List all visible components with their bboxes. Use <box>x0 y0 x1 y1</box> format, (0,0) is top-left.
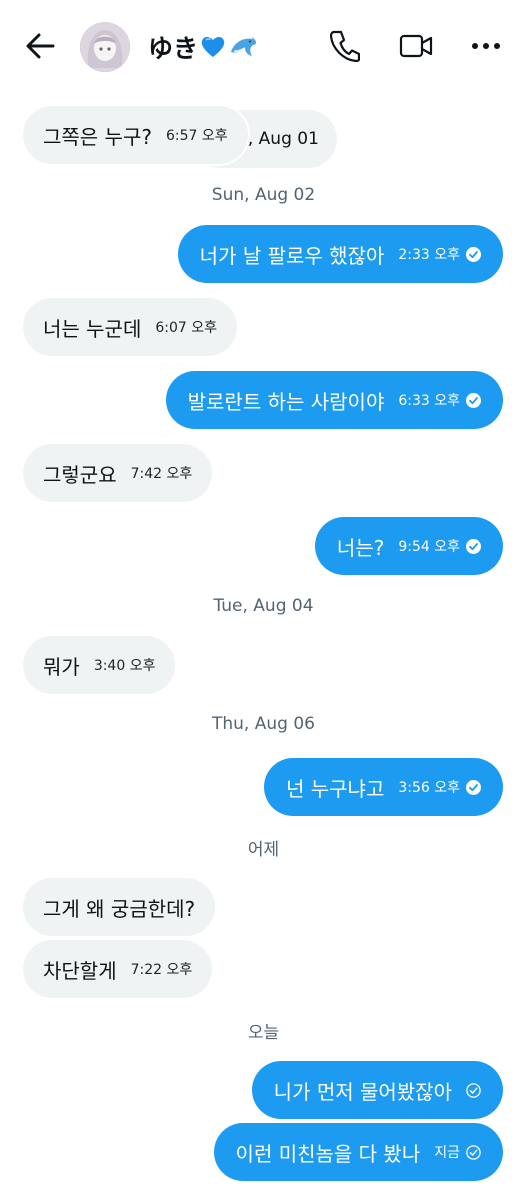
message-bubble-incoming[interactable]: 뭐가 3:40 오후 <box>23 636 176 694</box>
message-text: 이런 미친놈을 다 봤나 <box>235 1141 421 1166</box>
read-check-icon <box>466 246 481 262</box>
message-bubble-incoming[interactable]: 너는 누군데 6:07 오후 <box>23 298 238 356</box>
read-check-icon <box>466 392 481 408</box>
message-time: 2:33 오후 <box>398 247 460 263</box>
message-text: 너는? <box>336 535 385 560</box>
message-time: 3:40 오후 <box>93 658 156 674</box>
message-time: 지금 <box>434 1145 460 1161</box>
message-list[interactable]: Sat, Aug 01 그쪽은 누구? 6:57 오후 Sun, Aug 02 … <box>0 92 527 1200</box>
back-button[interactable] <box>20 28 60 64</box>
sent-check-icon <box>466 1082 481 1098</box>
contact-name[interactable]: ゆき <box>148 29 258 65</box>
message-text: 그렇군요 <box>43 462 117 487</box>
message-text: 차단할게 <box>43 958 117 983</box>
sent-check-icon <box>466 1144 481 1160</box>
chat-header: ゆき <box>0 0 527 92</box>
read-check-icon <box>466 538 481 554</box>
date-separator: Sun, Aug 02 <box>211 185 316 205</box>
message-time: 7:42 오후 <box>130 466 193 482</box>
message-text: 그게 왜 궁금한데? <box>43 896 196 921</box>
blue-heart-icon <box>201 37 225 57</box>
message-bubble-outgoing[interactable]: 발로란트 하는 사람이야 6:33 오후 <box>165 371 503 429</box>
message-text: 너가 날 팔로우 했잖아 <box>199 243 385 268</box>
arrow-left-icon <box>26 33 55 59</box>
message-bubble-incoming[interactable]: 그렇군요 7:42 오후 <box>23 444 213 502</box>
message-time: 6:33 오후 <box>398 393 460 409</box>
video-camera-icon <box>399 34 433 58</box>
message-bubble-outgoing[interactable]: 너는? 9:54 오후 <box>314 517 503 575</box>
message-time: 6:07 오후 <box>155 320 218 336</box>
message-bubble-incoming[interactable]: 그쪽은 누구? 6:57 오후 <box>23 106 248 164</box>
avatar[interactable] <box>80 22 130 72</box>
date-separator: Thu, Aug 06 <box>212 714 315 734</box>
read-check-icon <box>466 779 481 795</box>
dolphin-icon <box>231 36 257 56</box>
date-separator: 어제 <box>247 840 280 860</box>
message-text: 그쪽은 누구? <box>43 124 152 149</box>
call-button[interactable] <box>325 26 365 66</box>
message-bubble-incoming[interactable]: 차단할게 7:22 오후 <box>23 940 213 998</box>
more-horizontal-icon <box>472 43 500 49</box>
message-text: 너는 누군데 <box>43 316 142 341</box>
date-separator: Tue, Aug 04 <box>213 596 314 616</box>
date-separator: 오늘 <box>247 1023 280 1043</box>
message-bubble-outgoing[interactable]: 넌 누구냐고 3:56 오후 <box>263 758 503 816</box>
message-bubble-outgoing[interactable]: 이런 미친놈을 다 봤나 지금 <box>213 1123 503 1181</box>
message-time: 7:22 오후 <box>130 962 193 978</box>
message-text: 넌 누구냐고 <box>285 776 385 801</box>
avatar-image <box>80 22 130 72</box>
message-bubble-outgoing[interactable]: 너가 날 팔로우 했잖아 2:33 오후 <box>177 225 503 283</box>
contact-name-text: ゆき <box>148 34 199 63</box>
message-text: 니가 먼저 물어봤잖아 <box>273 1079 452 1104</box>
message-time: 9:54 오후 <box>398 539 460 555</box>
message-text: 발로란트 하는 사람이야 <box>187 389 385 414</box>
video-call-button[interactable] <box>396 26 436 66</box>
message-time: 3:56 오후 <box>398 780 460 796</box>
phone-icon <box>330 30 360 62</box>
more-button[interactable] <box>466 26 506 66</box>
message-text: 뭐가 <box>43 654 80 679</box>
message-bubble-incoming[interactable]: 그게 왜 궁금한데? <box>23 878 216 936</box>
message-time: 6:57 오후 <box>165 128 228 144</box>
message-bubble-outgoing[interactable]: 니가 먼저 물어봤잖아 <box>251 1061 503 1119</box>
